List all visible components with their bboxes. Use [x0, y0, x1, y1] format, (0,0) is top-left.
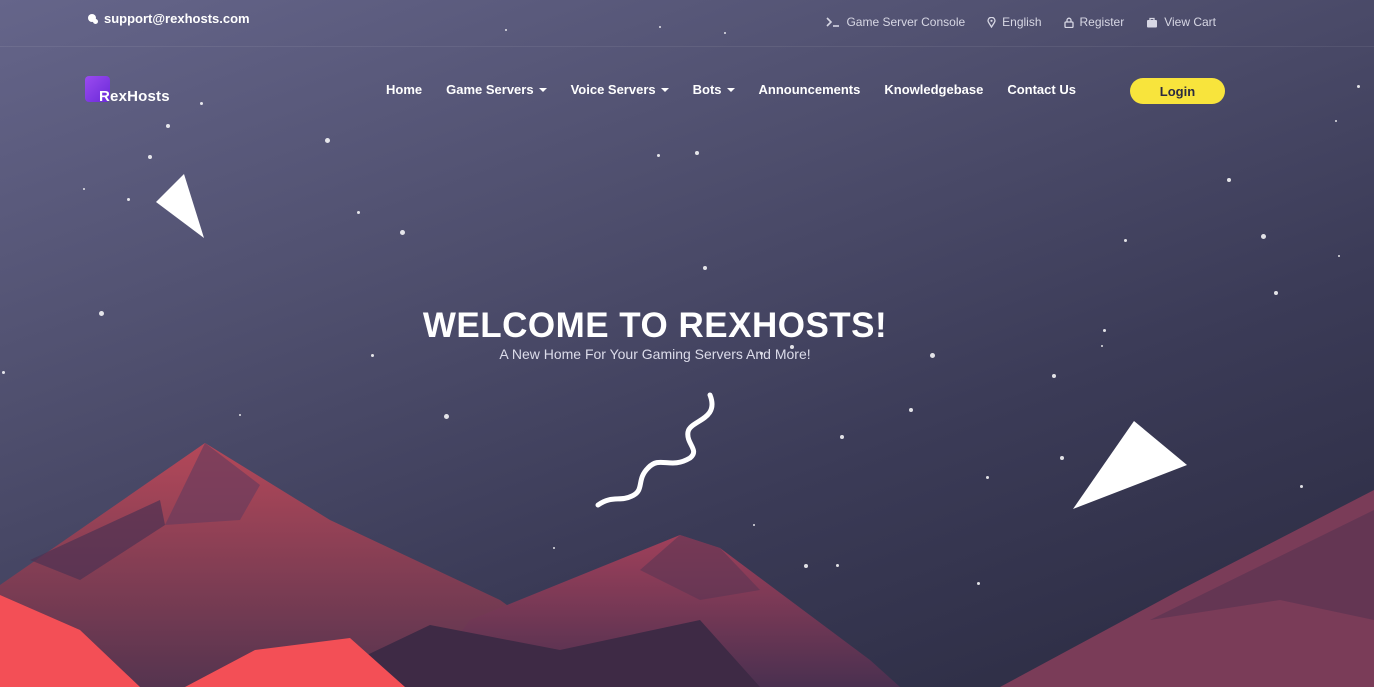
language-label: English	[1002, 15, 1042, 29]
lock-icon	[1063, 17, 1074, 28]
hero-title: WELCOME TO REXHOSTS!	[422, 306, 888, 345]
chevron-down-icon	[726, 87, 735, 92]
support-email: support@rexhosts.com	[104, 11, 250, 26]
nav-label-voice-servers: Voice Servers	[570, 82, 656, 97]
chat-icon	[87, 13, 99, 25]
nav-item-game-servers[interactable]: Game Servers	[446, 82, 547, 97]
location-pin-icon	[987, 16, 996, 28]
nav-item-voice-servers[interactable]: Voice Servers	[571, 82, 669, 97]
top-links: Game Server Console English Register Vie…	[826, 15, 1216, 29]
game-server-console-link[interactable]: Game Server Console	[826, 15, 965, 29]
brand-name: RexHosts	[99, 88, 170, 105]
nav-item-bots[interactable]: Bots	[693, 82, 735, 97]
chevron-down-icon	[538, 87, 547, 92]
view-cart-label: View Cart	[1164, 15, 1216, 29]
language-selector[interactable]: English	[987, 15, 1042, 29]
nav-item-home[interactable]: Home	[386, 82, 422, 97]
nav-label-home: Home	[386, 82, 423, 97]
nav-item-contact-us[interactable]: Contact Us	[1007, 82, 1076, 97]
register-link[interactable]: Register	[1063, 15, 1125, 29]
nav-label-announcements: Announcements	[758, 82, 861, 97]
cart-icon	[1146, 17, 1158, 28]
game-server-console-label: Game Server Console	[846, 15, 966, 29]
nav-item-knowledgebase[interactable]: Knowledgebase	[884, 82, 983, 97]
register-label: Register	[1079, 15, 1125, 29]
top-bar: support@rexhosts.com Game Server Console…	[0, 0, 1374, 47]
login-button[interactable]: Login	[1130, 78, 1225, 104]
brand-logo[interactable]: RexHosts	[85, 76, 170, 105]
main-nav: Home Game Servers Voice Servers Bots Ann…	[386, 82, 1076, 97]
support-contact[interactable]: support@rexhosts.com	[87, 11, 250, 26]
nav-label-bots: Bots	[692, 82, 722, 97]
nav-label-knowledgebase: Knowledgebase	[884, 82, 984, 97]
terminal-icon	[826, 17, 840, 27]
hero-subtitle: A New Home For Your Gaming Servers And M…	[499, 346, 811, 362]
nav-label-game-servers: Game Servers	[446, 82, 534, 97]
view-cart-link[interactable]: View Cart	[1146, 15, 1216, 29]
nav-item-announcements[interactable]: Announcements	[759, 82, 861, 97]
chevron-down-icon	[660, 87, 669, 92]
nav-label-contact-us: Contact Us	[1007, 82, 1076, 97]
